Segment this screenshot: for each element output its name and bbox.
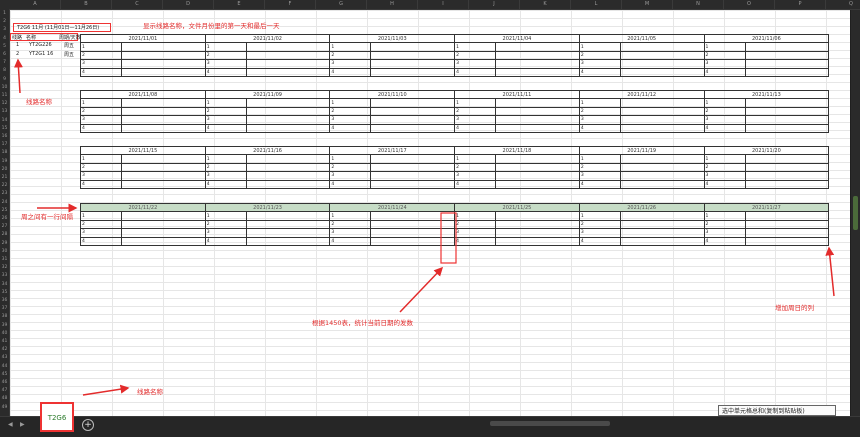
arrow-count bbox=[399, 266, 444, 313]
count-column-highlight bbox=[440, 212, 457, 264]
arrow-route-name bbox=[13, 58, 23, 94]
vertical-scroll-thumb[interactable] bbox=[853, 196, 858, 230]
sheet-tab-t2g6[interactable]: T2G6 bbox=[40, 402, 74, 432]
arrow-add-cols bbox=[825, 246, 835, 297]
arrow-sheet-name bbox=[82, 384, 130, 396]
annotation-arrows bbox=[13, 58, 835, 396]
sheet-tab-bar bbox=[0, 416, 860, 437]
sum-tooltip: 选中单元格总和(复制到粘贴板) bbox=[718, 405, 836, 416]
prev-sheet-icon[interactable]: ◀ bbox=[8, 421, 13, 428]
add-sheet-icon[interactable]: + bbox=[82, 419, 94, 431]
horizontal-scrollbar[interactable] bbox=[490, 421, 610, 426]
next-sheet-icon[interactable]: ▶ bbox=[20, 421, 25, 428]
